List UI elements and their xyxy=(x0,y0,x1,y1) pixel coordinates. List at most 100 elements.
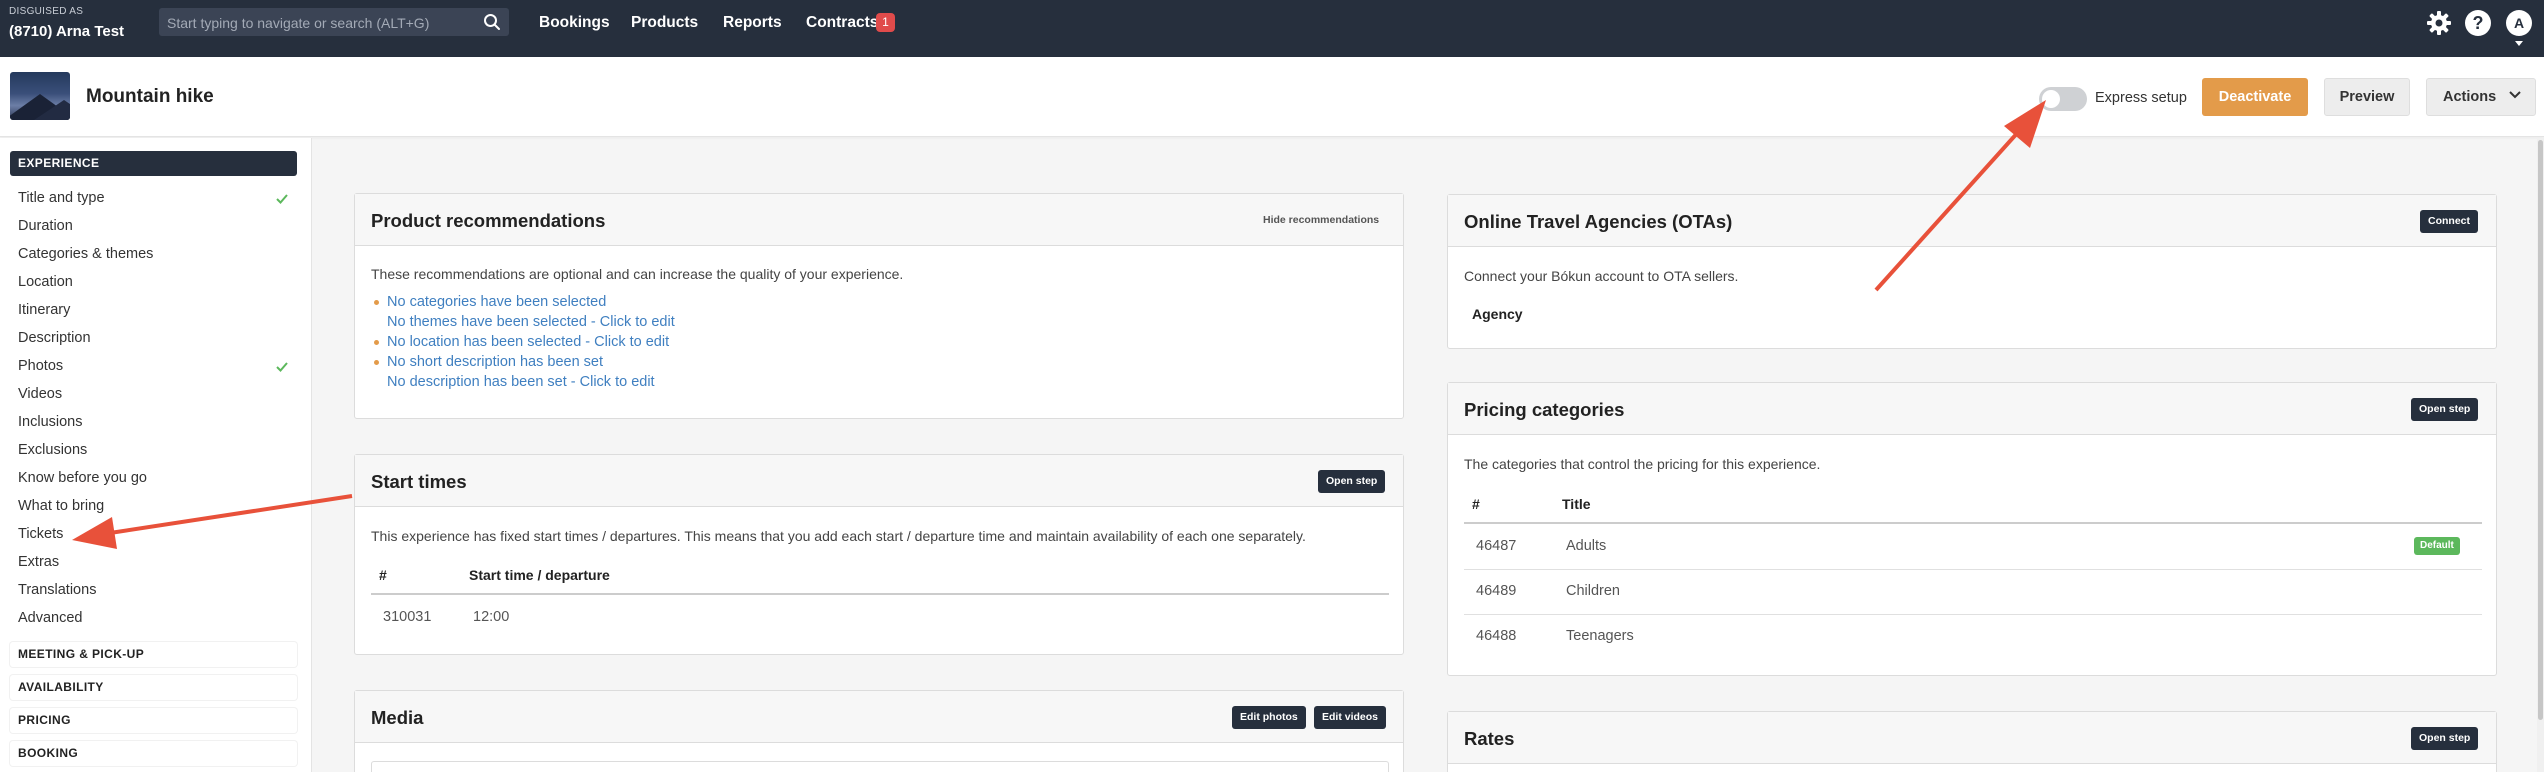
start-time-value: 12:00 xyxy=(473,609,510,625)
sidebar-section-availability[interactable]: AVAILABILITY xyxy=(10,675,297,700)
media-area xyxy=(371,761,1389,772)
sidebar-item-translations[interactable]: Translations xyxy=(18,582,96,598)
start-times-title: Start times xyxy=(371,471,467,492)
default-badge: Default xyxy=(2414,537,2460,555)
account-name[interactable]: (8710) Arna Test xyxy=(9,23,124,40)
card-header: Start times Open step xyxy=(355,455,1403,507)
sidebar-section-meeting-pickup[interactable]: MEETING & PICK-UP xyxy=(10,642,297,667)
chevron-down-icon[interactable] xyxy=(2515,41,2523,46)
search-input[interactable]: Start typing to navigate or search (ALT+… xyxy=(159,8,509,36)
start-times-description: This experience has fixed start times / … xyxy=(371,528,1306,544)
recommendation-item[interactable]: No location has been selected - Click to… xyxy=(387,334,669,350)
help-icon[interactable]: ? xyxy=(2465,10,2491,36)
express-setup-label: Express setup xyxy=(2095,90,2187,106)
actions-label: Actions xyxy=(2443,89,2497,105)
product-header: Mountain hike Express setup Deactivate P… xyxy=(0,57,2544,137)
pricing-categories-description: The categories that control the pricing … xyxy=(1464,456,1821,472)
open-step-button[interactable]: Open step xyxy=(2411,398,2479,421)
ota-description: Connect your Bókun account to OTA seller… xyxy=(1464,268,1739,284)
start-time-id: 310031 xyxy=(383,609,432,625)
media-card: Media Edit photos Edit videos xyxy=(354,690,1404,772)
category-title: Adults xyxy=(1566,538,1607,554)
sidebar-item-description[interactable]: Description xyxy=(18,330,91,346)
card-header: Product recommendations Hide recommendat… xyxy=(355,194,1403,246)
sidebar-item-inclusions[interactable]: Inclusions xyxy=(18,414,82,430)
actions-dropdown[interactable]: Actions xyxy=(2426,78,2536,116)
column-header-title: Title xyxy=(1562,496,1591,512)
category-id: 46487 xyxy=(1476,538,1517,554)
row-divider xyxy=(1464,614,2482,615)
chevron-down-icon xyxy=(2509,91,2521,99)
agency-column-header: Agency xyxy=(1472,306,1523,322)
rates-title: Rates xyxy=(1464,728,1515,749)
sidebar-section-booking[interactable]: BOOKING xyxy=(10,741,297,766)
sidebar-item-duration[interactable]: Duration xyxy=(18,218,73,234)
disguised-as-label: DISGUISED AS xyxy=(9,6,84,17)
sidebar-section-pricing[interactable]: PRICING xyxy=(10,708,297,733)
check-icon xyxy=(276,362,288,372)
check-icon xyxy=(276,194,288,204)
sidebar-item-title-and-type[interactable]: Title and type xyxy=(18,190,105,206)
recommendation-item[interactable]: No categories have been selected xyxy=(387,294,606,310)
table-divider xyxy=(1464,522,2482,524)
sidebar-item-videos[interactable]: Videos xyxy=(18,386,62,402)
express-setup-toggle[interactable] xyxy=(2039,87,2087,111)
search-icon[interactable] xyxy=(483,13,501,31)
scrollbar-thumb[interactable] xyxy=(2538,140,2543,720)
contracts-count-badge: 1 xyxy=(876,13,895,32)
edit-photos-button[interactable]: Edit photos xyxy=(1232,706,1306,729)
card-header: Pricing categories Open step xyxy=(1448,383,2496,435)
column-header-number: # xyxy=(1472,496,1480,512)
product-thumbnail xyxy=(10,72,70,120)
recommendations-card: Product recommendations Hide recommendat… xyxy=(354,193,1404,419)
deactivate-button[interactable]: Deactivate xyxy=(2202,78,2308,116)
sidebar-item-extras[interactable]: Extras xyxy=(18,554,59,570)
sidebar-item-advanced[interactable]: Advanced xyxy=(18,610,83,626)
category-title: Teenagers xyxy=(1566,628,1634,644)
nav-reports[interactable]: Reports xyxy=(723,14,782,32)
column-header-start-time: Start time / departure xyxy=(469,567,610,583)
nav-products[interactable]: Products xyxy=(631,14,698,32)
sidebar-item-know-before-you-go[interactable]: Know before you go xyxy=(18,470,147,486)
nav-bookings[interactable]: Bookings xyxy=(539,14,610,32)
card-header: Media Edit photos Edit videos xyxy=(355,691,1403,743)
recommendation-item[interactable]: No themes have been selected - Click to … xyxy=(387,314,675,330)
start-times-card: Start times Open step This experience ha… xyxy=(354,454,1404,655)
bullet-dot xyxy=(374,340,379,345)
rates-card: Rates Open step xyxy=(1447,711,2497,772)
bullet-dot xyxy=(374,360,379,365)
card-header: Online Travel Agencies (OTAs) Connect xyxy=(1448,195,2496,247)
hide-recommendations-link[interactable]: Hide recommendations xyxy=(1263,214,1379,226)
recommendations-title: Product recommendations xyxy=(371,210,606,231)
column-header-number: # xyxy=(379,567,387,583)
sidebar-item-what-to-bring[interactable]: What to bring xyxy=(18,498,104,514)
sidebar-section-experience[interactable]: EXPERIENCE xyxy=(10,151,297,176)
preview-button[interactable]: Preview xyxy=(2324,78,2410,116)
edit-videos-button[interactable]: Edit videos xyxy=(1314,706,1387,729)
avatar[interactable]: A xyxy=(2506,10,2532,36)
page-title: Mountain hike xyxy=(86,86,214,107)
sidebar-item-photos[interactable]: Photos xyxy=(18,358,63,374)
sidebar-item-tickets[interactable]: Tickets xyxy=(18,526,63,542)
recommendation-item[interactable]: No short description has been set xyxy=(387,354,603,370)
open-step-button[interactable]: Open step xyxy=(1318,470,1386,493)
ota-title: Online Travel Agencies (OTAs) xyxy=(1464,211,1733,232)
gear-icon[interactable] xyxy=(2425,9,2453,37)
sidebar: EXPERIENCE Title and type Duration Categ… xyxy=(0,138,312,772)
mountain-image-shape-2 xyxy=(34,100,70,120)
sidebar-item-itinerary[interactable]: Itinerary xyxy=(18,302,70,318)
sidebar-item-location[interactable]: Location xyxy=(18,274,73,290)
category-id: 46488 xyxy=(1476,628,1517,644)
top-navbar: DISGUISED AS (8710) Arna Test Start typi… xyxy=(0,0,2544,57)
table-divider xyxy=(371,593,1389,595)
sidebar-item-categories-themes[interactable]: Categories & themes xyxy=(18,246,153,262)
recommendation-item[interactable]: No description has been set - Click to e… xyxy=(387,374,655,390)
category-title: Children xyxy=(1566,583,1620,599)
open-step-button[interactable]: Open step xyxy=(2411,727,2479,750)
sidebar-item-exclusions[interactable]: Exclusions xyxy=(18,442,87,458)
nav-contracts[interactable]: Contracts xyxy=(806,14,878,32)
search-placeholder: Start typing to navigate or search (ALT+… xyxy=(167,15,430,31)
bullet-dot xyxy=(374,300,379,305)
connect-button[interactable]: Connect xyxy=(2420,210,2478,233)
media-title: Media xyxy=(371,707,424,728)
